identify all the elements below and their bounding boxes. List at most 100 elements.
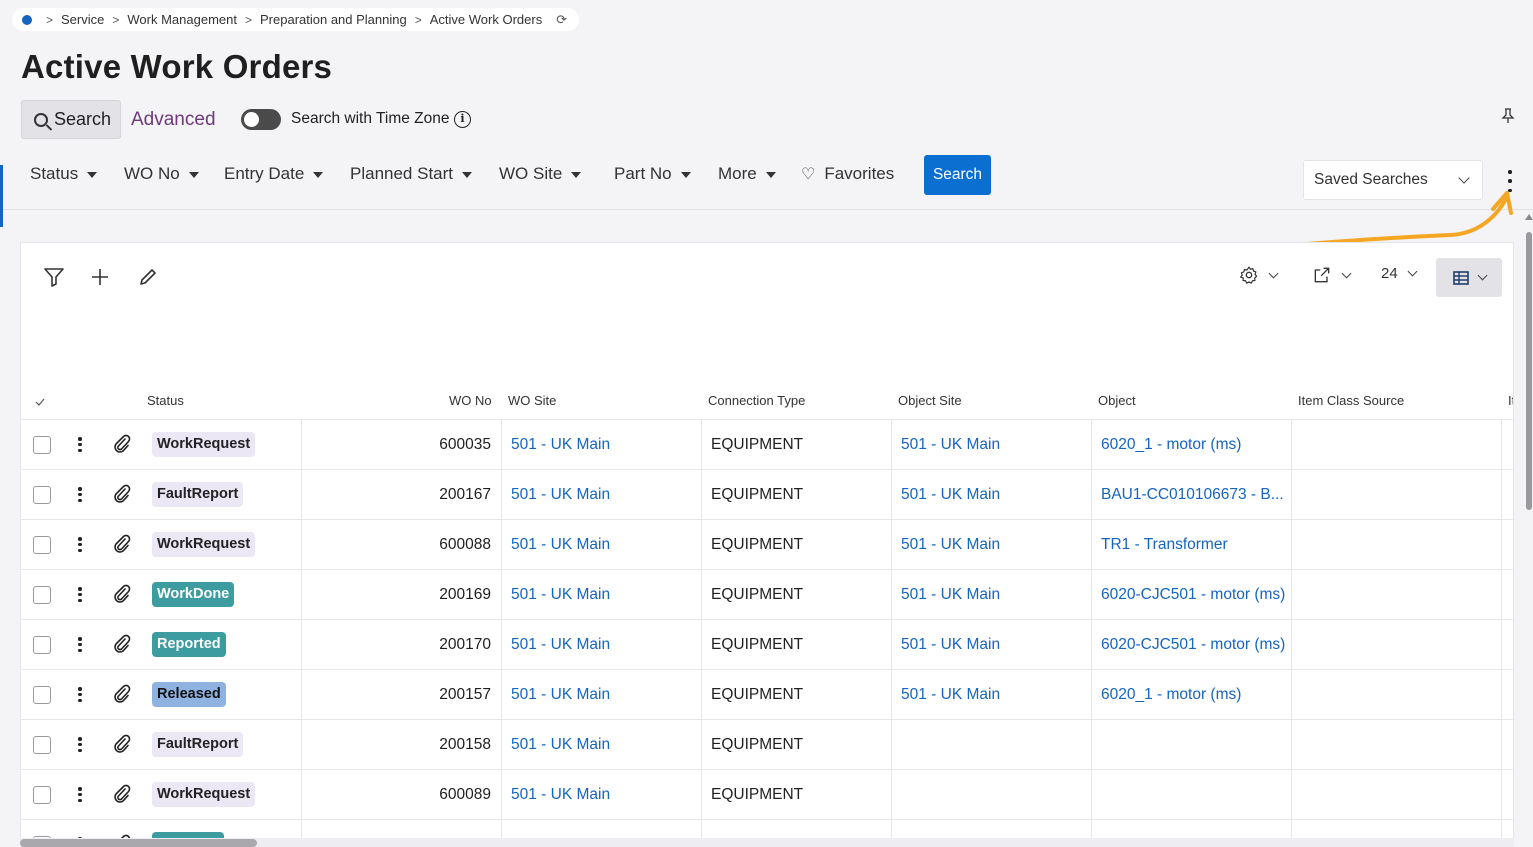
column-header-object-site[interactable]: Object Site — [898, 393, 962, 408]
row-actions-icon[interactable] — [78, 587, 82, 602]
filter-status[interactable]: Status — [30, 164, 98, 184]
wo-site-link[interactable]: 501 - UK Main — [511, 570, 610, 619]
scroll-up-icon[interactable] — [1525, 214, 1533, 220]
wo-site-link[interactable]: 501 - UK Main — [511, 520, 610, 569]
row-checkbox[interactable] — [33, 586, 51, 604]
add-icon[interactable] — [88, 265, 112, 289]
column-divider — [701, 720, 702, 769]
row-actions-icon[interactable] — [78, 737, 82, 752]
table-row[interactable]: Released 200157 501 - UK Main EQUIPMENT 501 … — [21, 670, 1513, 720]
object-site-link[interactable]: 501 - UK Main — [901, 470, 1000, 519]
filter-more[interactable]: More — [718, 164, 776, 184]
table-row[interactable]: WorkRequest 600089 501 - UK Main EQUIPMENT — [21, 770, 1513, 820]
object-site-link[interactable]: 501 - UK Main — [901, 670, 1000, 719]
breadcrumb-item-service[interactable]: Service — [61, 12, 104, 27]
object-link[interactable]: TR1 - Transformer — [1101, 520, 1228, 569]
wo-no-cell: 200167 — [439, 485, 491, 503]
column-header-connection-type[interactable]: Connection Type — [708, 393, 805, 408]
wo-site-link[interactable]: 501 - UK Main — [511, 420, 610, 469]
row-checkbox[interactable] — [33, 536, 51, 554]
column-header-object[interactable]: Object — [1098, 393, 1136, 408]
object-site-link[interactable]: 501 - UK Main — [901, 620, 1000, 669]
row-actions-icon[interactable] — [78, 537, 82, 552]
filter-icon[interactable] — [42, 265, 66, 289]
table-row[interactable]: Reported 200170 501 - UK Main EQUIPMENT 501 … — [21, 620, 1513, 670]
filter-entry-date[interactable]: Entry Date — [224, 164, 324, 184]
wo-site-link[interactable]: 501 - UK Main — [511, 620, 610, 669]
object-link[interactable]: 6020-CJC501 - motor (ms) — [1101, 620, 1285, 669]
home-dot-icon[interactable] — [22, 14, 32, 25]
row-checkbox[interactable] — [33, 736, 51, 754]
breadcrumb-item-work-management[interactable]: Work Management — [127, 12, 237, 27]
column-header-wo-no[interactable]: WO No — [449, 393, 492, 408]
horizontal-scrollbar[interactable] — [20, 838, 1514, 847]
scrollbar-thumb[interactable] — [20, 839, 257, 847]
refresh-icon[interactable]: ⟳ — [556, 12, 567, 28]
column-header-item-class-source[interactable]: Item Class Source — [1298, 393, 1404, 408]
object-link[interactable]: BAU1-CC010106673 - B... — [1101, 470, 1284, 519]
row-checkbox[interactable] — [33, 436, 51, 454]
filter-label: Part No — [614, 164, 672, 183]
paperclip-icon[interactable] — [113, 734, 131, 754]
wo-site-link[interactable]: 501 - UK Main — [511, 770, 610, 819]
column-header-status[interactable]: Status — [147, 393, 184, 408]
search-button[interactable]: Search — [924, 155, 991, 195]
object-link[interactable]: 6020-CJC501 - motor (ms) — [1101, 570, 1285, 619]
wo-site-link[interactable]: 501 - UK Main — [511, 670, 610, 719]
row-actions-icon[interactable] — [78, 687, 82, 702]
column-header-wo-site[interactable]: WO Site — [508, 393, 556, 408]
paperclip-icon[interactable] — [113, 484, 131, 504]
wo-site-link[interactable]: 501 - UK Main — [511, 720, 610, 769]
paperclip-icon[interactable] — [113, 584, 131, 604]
row-actions-icon[interactable] — [78, 487, 82, 502]
object-site-link[interactable]: 501 - UK Main — [901, 420, 1000, 469]
status-badge: WorkRequest — [152, 782, 256, 807]
wo-site-link[interactable]: 501 - UK Main — [511, 470, 610, 519]
filter-planned-start[interactable]: Planned Start — [350, 164, 473, 184]
info-icon[interactable]: i — [454, 111, 471, 128]
advanced-tab[interactable]: Advanced — [131, 109, 216, 131]
object-link[interactable]: 6020_1 - motor (ms) — [1101, 670, 1241, 719]
settings-dropdown[interactable] — [1239, 265, 1279, 285]
row-checkbox[interactable] — [33, 686, 51, 704]
table-row[interactable]: FaultReport 200158 501 - UK Main EQUIPMENT — [21, 720, 1513, 770]
row-actions-icon[interactable] — [78, 787, 82, 802]
paperclip-icon[interactable] — [113, 684, 131, 704]
table-row[interactable]: WorkRequest 600088 501 - UK Main EQUIPMENT 5… — [21, 520, 1513, 570]
column-divider — [301, 720, 302, 769]
view-mode-dropdown[interactable] — [1436, 258, 1502, 297]
timezone-toggle[interactable] — [241, 109, 281, 130]
favorites-button[interactable]: ♡ Favorites — [801, 164, 894, 184]
row-actions-icon[interactable] — [78, 637, 82, 652]
row-checkbox[interactable] — [33, 636, 51, 654]
object-site-link[interactable]: 501 - UK Main — [901, 570, 1000, 619]
vertical-scrollbar[interactable] — [1525, 214, 1533, 847]
row-actions-icon[interactable] — [78, 437, 82, 452]
column-header-truncated[interactable]: It — [1508, 393, 1513, 408]
column-divider — [1091, 670, 1092, 719]
table-row[interactable]: WorkDone 200169 501 - UK Main EQUIPMENT 501 … — [21, 570, 1513, 620]
filter-part-no[interactable]: Part No — [614, 164, 691, 184]
select-all-check-icon[interactable] — [35, 398, 45, 406]
search-tab[interactable]: Search — [21, 100, 121, 139]
object-site-link[interactable]: 501 - UK Main — [901, 520, 1000, 569]
page-size-dropdown[interactable]: 24 — [1381, 265, 1418, 282]
column-divider — [1291, 670, 1292, 719]
filter-wo-no[interactable]: WO No — [124, 164, 199, 184]
chevron-right-icon: > — [46, 12, 54, 27]
paperclip-icon[interactable] — [113, 634, 131, 654]
paperclip-icon[interactable] — [113, 534, 131, 554]
filter-wo-site[interactable]: WO Site — [499, 164, 582, 184]
paperclip-icon[interactable] — [113, 434, 131, 454]
row-checkbox[interactable] — [33, 786, 51, 804]
export-dropdown[interactable] — [1312, 265, 1352, 285]
pin-icon[interactable] — [1501, 108, 1515, 127]
breadcrumb-item-preparation[interactable]: Preparation and Planning — [260, 12, 407, 27]
paperclip-icon[interactable] — [113, 784, 131, 804]
table-row[interactable]: WorkRequest 600035 501 - UK Main EQUIPMENT 5… — [21, 420, 1513, 470]
scrollbar-thumb[interactable] — [1526, 232, 1532, 510]
table-row[interactable]: FaultReport 200167 501 - UK Main EQUIPMENT 5… — [21, 470, 1513, 520]
object-link[interactable]: 6020_1 - motor (ms) — [1101, 420, 1241, 469]
row-checkbox[interactable] — [33, 486, 51, 504]
edit-icon[interactable] — [136, 265, 160, 289]
